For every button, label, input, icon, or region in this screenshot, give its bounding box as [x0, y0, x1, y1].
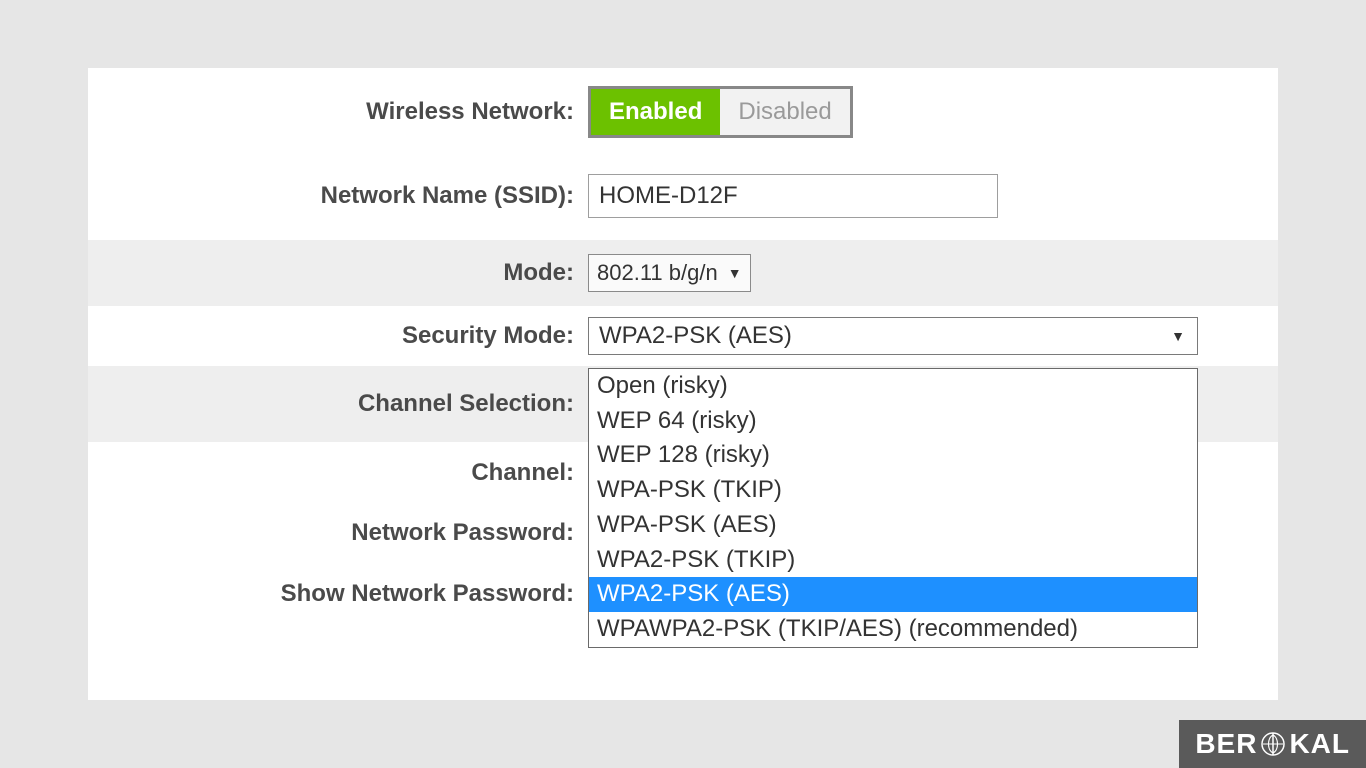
row-wireless-network: Wireless Network: Enabled Disabled — [88, 68, 1278, 150]
wireless-disabled-button[interactable]: Disabled — [720, 89, 849, 135]
ssid-input[interactable] — [588, 174, 998, 218]
label-network-password: Network Password: — [88, 519, 588, 547]
security-option[interactable]: WPA2-PSK (TKIP) — [589, 543, 1197, 578]
watermark: BER KAL — [1179, 720, 1366, 768]
label-show-password: Show Network Password: — [88, 580, 588, 608]
brain-icon — [1261, 732, 1285, 756]
row-mode: Mode: 802.11 b/g/n ▼ — [88, 240, 1278, 306]
label-ssid: Network Name (SSID): — [88, 182, 588, 210]
security-option[interactable]: WEP 64 (risky) — [589, 404, 1197, 439]
label-wireless-network: Wireless Network: — [88, 98, 588, 126]
wireless-settings-panel: Wireless Network: Enabled Disabled Netwo… — [88, 68, 1278, 700]
wireless-enabled-button[interactable]: Enabled — [591, 89, 720, 135]
row-ssid: Network Name (SSID): — [88, 150, 1278, 230]
label-channel: Channel: — [88, 459, 588, 487]
chevron-down-icon: ▼ — [1171, 328, 1185, 344]
security-mode-dropdown[interactable]: Open (risky)WEP 64 (risky)WEP 128 (risky… — [588, 368, 1198, 648]
row-security-mode: Security Mode: WPA2-PSK (AES) ▼ — [88, 306, 1278, 366]
security-option[interactable]: WEP 128 (risky) — [589, 438, 1197, 473]
chevron-down-icon: ▼ — [728, 265, 742, 281]
label-mode: Mode: — [88, 259, 588, 287]
mode-select[interactable]: 802.11 b/g/n ▼ — [588, 254, 751, 292]
label-channel-selection: Channel Selection: — [88, 390, 588, 418]
security-mode-value: WPA2-PSK (AES) — [599, 322, 792, 350]
security-option[interactable]: WPA-PSK (TKIP) — [589, 473, 1197, 508]
watermark-pre: BER — [1195, 728, 1257, 760]
security-option[interactable]: WPA2-PSK (AES) — [589, 577, 1197, 612]
wireless-toggle: Enabled Disabled — [588, 86, 853, 138]
label-security-mode: Security Mode: — [88, 322, 588, 350]
security-mode-select[interactable]: WPA2-PSK (AES) ▼ — [588, 317, 1198, 355]
security-option[interactable]: WPAWPA2-PSK (TKIP/AES) (recommended) — [589, 612, 1197, 647]
security-option[interactable]: Open (risky) — [589, 369, 1197, 404]
mode-select-value: 802.11 b/g/n — [597, 260, 718, 286]
security-option[interactable]: WPA-PSK (AES) — [589, 508, 1197, 543]
watermark-post: KAL — [1289, 728, 1350, 760]
